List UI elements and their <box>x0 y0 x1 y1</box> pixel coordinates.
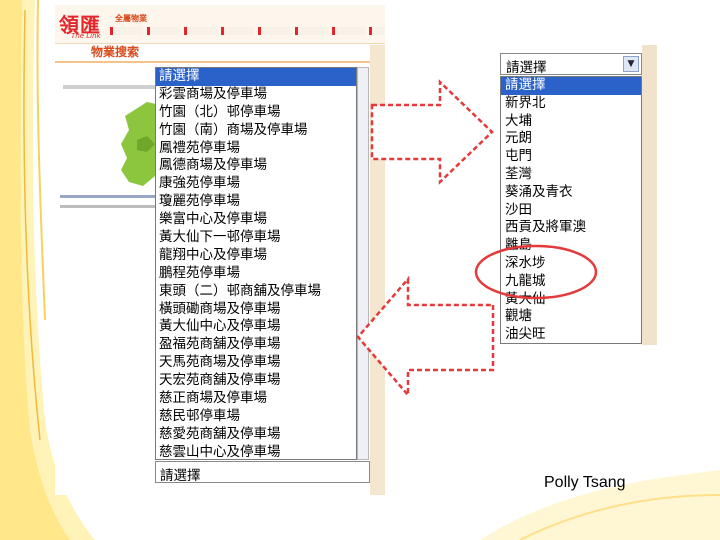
arrow-right-icon <box>370 79 494 185</box>
author-name: Polly Tsang <box>544 474 626 491</box>
highlight-circle <box>474 244 598 300</box>
annotation-layer <box>356 79 598 399</box>
arrow-left-icon <box>356 275 495 399</box>
